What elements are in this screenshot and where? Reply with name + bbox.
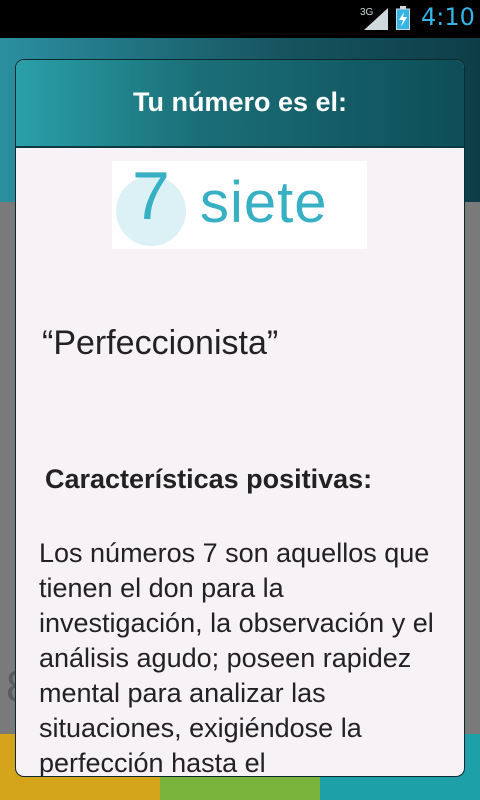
clock: 4:10 (421, 3, 475, 31)
battery-charging-icon (396, 6, 410, 30)
logo-number: 7 (132, 158, 170, 234)
status-bar: 3G 4:10 (0, 0, 480, 38)
logo-word: siete (200, 170, 328, 235)
description-text: Los números 7 son aquellos que tienen el… (39, 538, 434, 776)
personality-quote: “Perfeccionista” (42, 324, 279, 362)
result-dialog[interactable]: Tu número es el: 7 siete “Perfeccionista… (16, 60, 464, 776)
number-logo: 7 siete (112, 158, 367, 249)
signal-icon (364, 8, 388, 30)
positive-traits-heading: Características positivas: (45, 464, 373, 494)
dialog-title: Tu número es el: (132, 87, 348, 117)
dialog-header: Tu número es el: (16, 60, 464, 148)
